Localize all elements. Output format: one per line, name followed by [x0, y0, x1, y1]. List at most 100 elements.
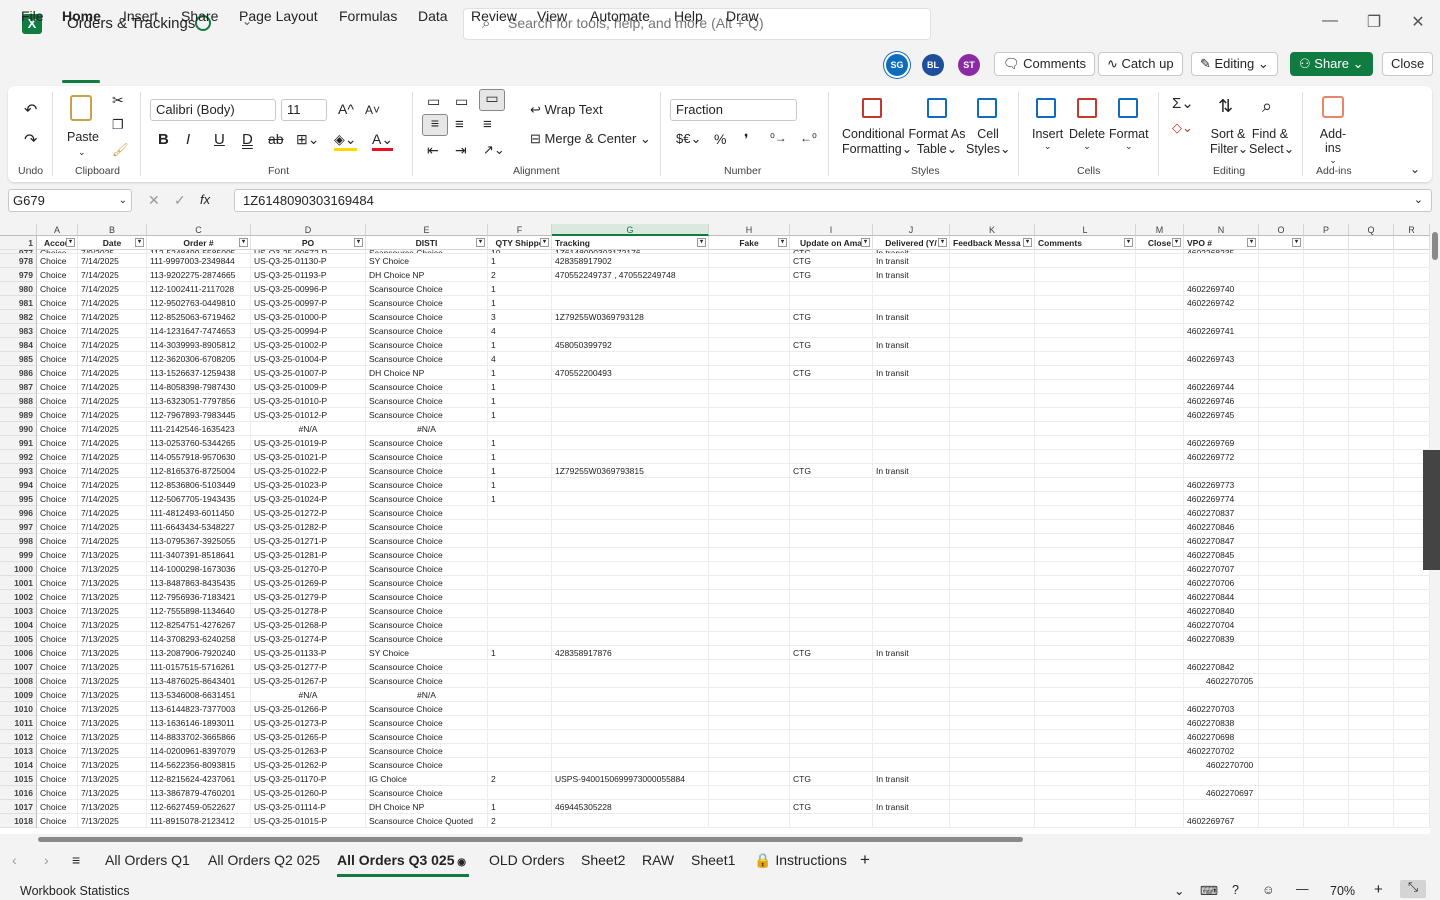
column-header-h[interactable]: H [709, 224, 790, 236]
table-cell[interactable]: Choice [37, 618, 78, 632]
row-header[interactable]: 993 [0, 464, 37, 478]
table-cell[interactable] [1394, 338, 1430, 352]
table-cell[interactable]: 113-2087906-7920240 [147, 646, 251, 660]
table-cell[interactable]: US-Q3-25-01277-P [251, 660, 366, 674]
table-cell[interactable] [1136, 562, 1184, 576]
table-cell[interactable]: US-Q3-25-01269-P [251, 576, 366, 590]
table-cell[interactable]: 7/13/2025 [78, 758, 147, 772]
table-cell[interactable]: 4602270847 [1184, 534, 1259, 548]
table-cell[interactable]: 113-6144823-7377003 [147, 702, 251, 716]
table-cell[interactable]: Scansource Choice Quoted [366, 814, 488, 828]
table-cell[interactable] [950, 506, 1035, 520]
table-cell[interactable]: Scansource Choice [366, 394, 488, 408]
table-header-cell[interactable]: Accou ▾ [37, 236, 78, 250]
table-cell[interactable] [1035, 338, 1136, 352]
table-cell[interactable] [1394, 590, 1430, 604]
table-cell[interactable]: 7/13/2025 [78, 716, 147, 730]
table-cell[interactable]: 7/13/2025 [78, 744, 147, 758]
table-cell[interactable] [552, 282, 709, 296]
keyboard-icon[interactable]: ⌨ [1200, 883, 1218, 898]
filter-dropdown-icon[interactable]: ▾ [697, 238, 706, 247]
table-cell[interactable] [488, 702, 552, 716]
table-cell[interactable] [790, 436, 873, 450]
table-cell[interactable] [709, 618, 790, 632]
table-cell[interactable] [1349, 604, 1394, 618]
table-cell[interactable] [1394, 352, 1430, 366]
table-cell[interactable] [1304, 380, 1349, 394]
table-header-cell[interactable]: Tracking ▾ [552, 236, 709, 250]
table-cell[interactable] [1259, 604, 1304, 618]
table-cell[interactable] [1349, 548, 1394, 562]
table-cell[interactable] [790, 282, 873, 296]
row-header[interactable]: 1015 [0, 772, 37, 786]
table-cell[interactable] [1136, 338, 1184, 352]
avatar[interactable]: SG [886, 54, 908, 76]
row-header[interactable]: 994 [0, 478, 37, 492]
table-header-cell[interactable]: ▾ [1259, 236, 1304, 250]
table-cell[interactable] [552, 632, 709, 646]
table-cell[interactable] [873, 758, 950, 772]
table-cell[interactable] [790, 660, 873, 674]
table-cell[interactable]: 1 [488, 478, 552, 492]
table-cell[interactable] [488, 548, 552, 562]
table-cell[interactable] [790, 380, 873, 394]
table-cell[interactable] [709, 744, 790, 758]
table-cell[interactable] [1136, 520, 1184, 534]
row-header[interactable]: 981 [0, 296, 37, 310]
table-header-cell[interactable]: Order # ▾ [147, 236, 251, 250]
wrap-text-button[interactable]: ↩ Wrap Text [530, 102, 603, 118]
table-cell[interactable] [1349, 310, 1394, 324]
table-cell[interactable]: Choice [37, 730, 78, 744]
table-cell[interactable] [1136, 772, 1184, 786]
table-cell[interactable] [709, 632, 790, 646]
row-header[interactable]: 1007 [0, 660, 37, 674]
table-cell[interactable] [1394, 310, 1430, 324]
row-header[interactable]: 982 [0, 310, 37, 324]
table-cell[interactable] [1259, 674, 1304, 688]
table-cell[interactable]: US-Q3-25-01170-P [251, 772, 366, 786]
table-cell[interactable] [1304, 772, 1349, 786]
table-cell[interactable] [1304, 702, 1349, 716]
table-cell[interactable] [873, 408, 950, 422]
table-cell[interactable]: 7/14/2025 [78, 520, 147, 534]
table-cell[interactable]: DH Choice NP [366, 800, 488, 814]
table-cell[interactable] [1035, 310, 1136, 324]
table-cell[interactable]: 4602269772 [1184, 450, 1259, 464]
table-cell[interactable] [950, 660, 1035, 674]
table-cell[interactable] [873, 674, 950, 688]
table-cell[interactable] [1184, 338, 1259, 352]
table-cell[interactable]: Scansource Choice [366, 590, 488, 604]
table-cell[interactable] [1136, 786, 1184, 800]
table-cell[interactable] [950, 394, 1035, 408]
formula-input[interactable]: 1Z6148090303169484 ⌄ [234, 189, 1432, 212]
table-cell[interactable]: 4602270698 [1184, 730, 1259, 744]
table-cell[interactable] [1304, 758, 1349, 772]
table-cell[interactable]: US-Q3-25-00994-P [251, 324, 366, 338]
table-cell[interactable] [790, 324, 873, 338]
table-cell[interactable]: 4602269743 [1184, 352, 1259, 366]
table-cell[interactable] [790, 674, 873, 688]
table-cell[interactable] [1304, 254, 1349, 268]
table-cell[interactable]: 112-7967893-7983445 [147, 408, 251, 422]
table-cell[interactable] [1259, 744, 1304, 758]
table-cell[interactable] [1136, 758, 1184, 772]
table-cell[interactable]: 112-7956936-7183421 [147, 590, 251, 604]
table-cell[interactable]: US-Q3-25-01274-P [251, 632, 366, 646]
table-cell[interactable] [1304, 786, 1349, 800]
paste-icon[interactable] [70, 95, 92, 121]
table-cell[interactable]: 7/13/2025 [78, 786, 147, 800]
table-cell[interactable]: 7/13/2025 [78, 548, 147, 562]
table-cell[interactable]: 7/13/2025 [78, 604, 147, 618]
table-cell[interactable]: 113-0253760-5344265 [147, 436, 251, 450]
table-cell[interactable] [1259, 436, 1304, 450]
table-cell[interactable] [1349, 366, 1394, 380]
table-cell[interactable]: US-Q3-25-01279-P [251, 590, 366, 604]
table-cell[interactable]: #N/A [366, 422, 488, 436]
table-cell[interactable] [1394, 702, 1430, 716]
table-cell[interactable] [1304, 744, 1349, 758]
table-cell[interactable] [950, 730, 1035, 744]
table-cell[interactable] [709, 352, 790, 366]
table-cell[interactable] [552, 744, 709, 758]
table-cell[interactable]: Choice [37, 562, 78, 576]
table-cell[interactable] [1259, 814, 1304, 828]
